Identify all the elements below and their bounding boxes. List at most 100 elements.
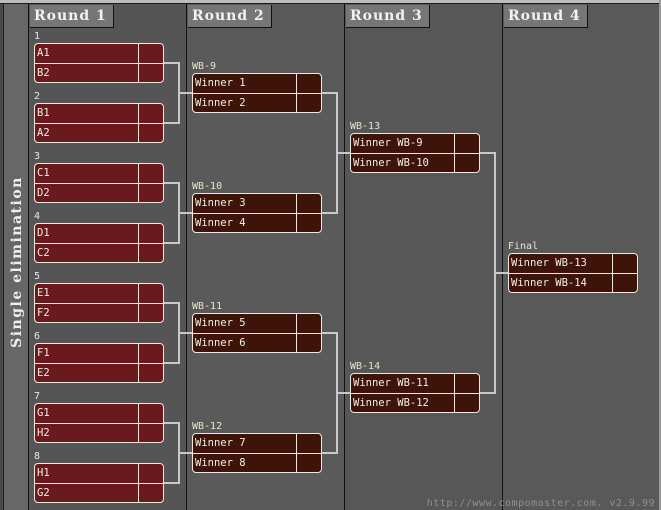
participant-name[interactable]: G2: [37, 484, 137, 502]
score-cell[interactable]: [138, 44, 163, 63]
score-cell[interactable]: [296, 74, 321, 93]
score-cell[interactable]: [138, 284, 163, 303]
match-box[interactable]: F1 E2: [34, 343, 164, 383]
score-cell[interactable]: [138, 464, 163, 483]
match-box[interactable]: Winner WB-9 Winner WB-10: [350, 133, 480, 173]
match-slot[interactable]: Winner WB-13: [509, 254, 637, 273]
match-slot[interactable]: F2: [35, 303, 163, 322]
score-cell[interactable]: [138, 364, 163, 382]
score-cell[interactable]: [296, 454, 321, 472]
participant-name[interactable]: Winner WB-10: [353, 154, 453, 172]
participant-name[interactable]: A1: [37, 44, 137, 63]
match-slot[interactable]: B1: [35, 104, 163, 123]
match-box[interactable]: A1 B2: [34, 43, 164, 83]
participant-name[interactable]: Winner 4: [195, 214, 295, 232]
score-cell[interactable]: [296, 314, 321, 333]
score-cell[interactable]: [138, 344, 163, 363]
participant-name[interactable]: C1: [37, 164, 137, 183]
participant-name[interactable]: Winner WB-9: [353, 134, 453, 153]
participant-name[interactable]: Winner 6: [195, 334, 295, 352]
match-slot[interactable]: Winner 7: [193, 434, 321, 453]
participant-name[interactable]: H2: [37, 424, 137, 442]
match-slot[interactable]: Winner 6: [193, 333, 321, 352]
match-slot[interactable]: B2: [35, 63, 163, 82]
participant-name[interactable]: E1: [37, 284, 137, 303]
match-slot[interactable]: A1: [35, 44, 163, 63]
match-slot[interactable]: Winner 1: [193, 74, 321, 93]
match-slot[interactable]: C1: [35, 164, 163, 183]
participant-name[interactable]: Winner 8: [195, 454, 295, 472]
match-slot[interactable]: F1: [35, 344, 163, 363]
match-box[interactable]: Winner 3 Winner 4: [192, 193, 322, 233]
participant-name[interactable]: F1: [37, 344, 137, 363]
match-slot[interactable]: D2: [35, 183, 163, 202]
participant-name[interactable]: Winner WB-13: [511, 254, 611, 273]
match-slot[interactable]: Winner WB-11: [351, 374, 479, 393]
score-cell[interactable]: [454, 394, 479, 412]
match-slot[interactable]: Winner 2: [193, 93, 321, 112]
score-cell[interactable]: [612, 254, 637, 273]
match-slot[interactable]: G1: [35, 404, 163, 423]
match-slot[interactable]: Winner 8: [193, 453, 321, 472]
match-slot[interactable]: Winner WB-10: [351, 153, 479, 172]
participant-name[interactable]: E2: [37, 364, 137, 382]
score-cell[interactable]: [454, 154, 479, 172]
participant-name[interactable]: G1: [37, 404, 137, 423]
score-cell[interactable]: [138, 224, 163, 243]
match-slot[interactable]: Winner 3: [193, 194, 321, 213]
score-cell[interactable]: [296, 194, 321, 213]
score-cell[interactable]: [138, 404, 163, 423]
match-box[interactable]: Winner 7 Winner 8: [192, 433, 322, 473]
match-box[interactable]: E1 F2: [34, 283, 164, 323]
participant-name[interactable]: F2: [37, 304, 137, 322]
match-slot[interactable]: H1: [35, 464, 163, 483]
participant-name[interactable]: Winner 7: [195, 434, 295, 453]
match-slot[interactable]: Winner WB-9: [351, 134, 479, 153]
participant-name[interactable]: B2: [37, 64, 137, 82]
participant-name[interactable]: H1: [37, 464, 137, 483]
participant-name[interactable]: Winner WB-14: [511, 274, 611, 292]
match-slot[interactable]: A2: [35, 123, 163, 142]
score-cell[interactable]: [296, 434, 321, 453]
participant-name[interactable]: C2: [37, 244, 137, 262]
score-cell[interactable]: [454, 134, 479, 153]
score-cell[interactable]: [454, 374, 479, 393]
score-cell[interactable]: [138, 124, 163, 142]
score-cell[interactable]: [138, 424, 163, 442]
match-slot[interactable]: C2: [35, 243, 163, 262]
participant-name[interactable]: B1: [37, 104, 137, 123]
participant-name[interactable]: Winner WB-11: [353, 374, 453, 393]
score-cell[interactable]: [138, 244, 163, 262]
match-slot[interactable]: D1: [35, 224, 163, 243]
match-box[interactable]: D1 C2: [34, 223, 164, 263]
score-cell[interactable]: [138, 484, 163, 502]
participant-name[interactable]: Winner 2: [195, 94, 295, 112]
match-box[interactable]: B1 A2: [34, 103, 164, 143]
match-box[interactable]: G1 H2: [34, 403, 164, 443]
participant-name[interactable]: Winner 5: [195, 314, 295, 333]
score-cell[interactable]: [138, 104, 163, 123]
participant-name[interactable]: Winner 1: [195, 74, 295, 93]
participant-name[interactable]: A2: [37, 124, 137, 142]
match-slot[interactable]: Winner 5: [193, 314, 321, 333]
match-slot[interactable]: Winner WB-12: [351, 393, 479, 412]
score-cell[interactable]: [138, 164, 163, 183]
match-box[interactable]: Winner WB-13 Winner WB-14: [508, 253, 638, 293]
match-box[interactable]: H1 G2: [34, 463, 164, 503]
participant-name[interactable]: D2: [37, 184, 137, 202]
match-box[interactable]: Winner 5 Winner 6: [192, 313, 322, 353]
score-cell[interactable]: [296, 334, 321, 352]
participant-name[interactable]: D1: [37, 224, 137, 243]
score-cell[interactable]: [612, 274, 637, 292]
score-cell[interactable]: [138, 64, 163, 82]
match-slot[interactable]: Winner 4: [193, 213, 321, 232]
match-box[interactable]: Winner WB-11 Winner WB-12: [350, 373, 480, 413]
score-cell[interactable]: [138, 304, 163, 322]
score-cell[interactable]: [296, 214, 321, 232]
match-box[interactable]: Winner 1 Winner 2: [192, 73, 322, 113]
match-slot[interactable]: H2: [35, 423, 163, 442]
match-slot[interactable]: Winner WB-14: [509, 273, 637, 292]
match-slot[interactable]: G2: [35, 483, 163, 502]
score-cell[interactable]: [296, 94, 321, 112]
match-slot[interactable]: E1: [35, 284, 163, 303]
